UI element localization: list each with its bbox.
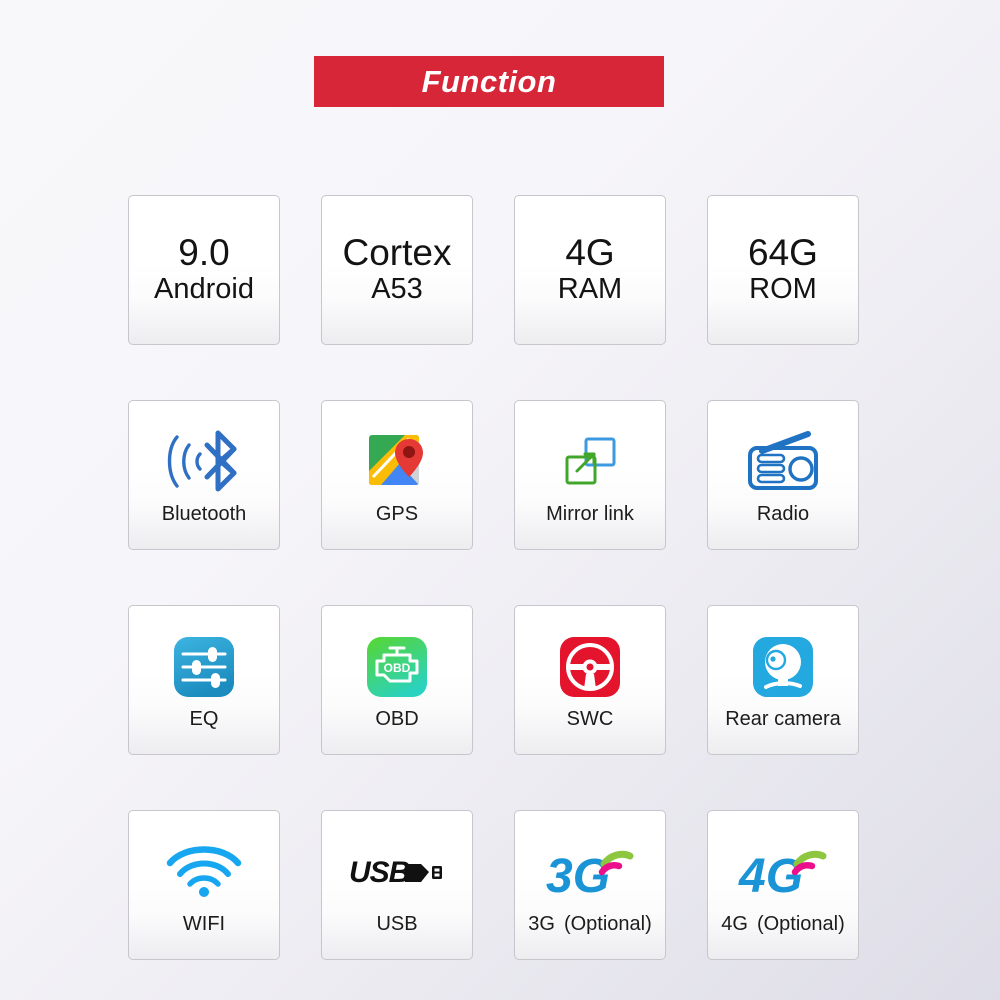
feature-cell-gps[interactable]: GPS bbox=[321, 400, 473, 550]
radio-label: Radio bbox=[756, 503, 810, 525]
usb-label: USB bbox=[376, 913, 418, 935]
rom-label: ROM bbox=[749, 272, 817, 305]
feature-cell-swc[interactable]: SWC bbox=[514, 605, 666, 755]
feature-cell-3g[interactable]: 3G 3G (Optional) bbox=[514, 810, 666, 960]
function-banner: Function bbox=[314, 56, 664, 107]
feature-cell-eq[interactable]: EQ bbox=[128, 605, 280, 755]
cpu-family: Cortex bbox=[342, 232, 452, 274]
cpu-model: A53 bbox=[371, 272, 423, 305]
wifi-icon bbox=[163, 835, 245, 909]
rear-camera-label: Rear camera bbox=[725, 708, 841, 730]
feature-cell-rear-camera[interactable]: Rear camera bbox=[707, 605, 859, 755]
feature-cell-usb[interactable]: USB USB bbox=[321, 810, 473, 960]
mirror-link-label: Mirror link bbox=[546, 503, 634, 525]
4g-signal-icon: 4G bbox=[735, 835, 831, 909]
obd-engine-icon: OBD bbox=[364, 630, 430, 704]
svg-text:3G: 3G bbox=[546, 850, 610, 902]
gps-label: GPS bbox=[375, 503, 419, 525]
feature-cell-4g[interactable]: 4G 4G (Optional) bbox=[707, 810, 859, 960]
gps-map-icon bbox=[365, 425, 429, 499]
radio-icon bbox=[744, 425, 822, 499]
feature-cell-cpu[interactable]: Cortex A53 bbox=[321, 195, 473, 345]
bluetooth-label: Bluetooth bbox=[161, 503, 247, 525]
swc-label: SWC bbox=[566, 708, 614, 730]
mirror-link-icon bbox=[559, 425, 621, 499]
3g-label: 3G bbox=[528, 913, 555, 935]
feature-cell-bluetooth[interactable]: Bluetooth bbox=[128, 400, 280, 550]
feature-cell-mirror-link[interactable]: Mirror link bbox=[514, 400, 666, 550]
feature-cell-rom[interactable]: 64G ROM bbox=[707, 195, 859, 345]
ram-label: RAM bbox=[557, 272, 623, 305]
svg-text:OBD: OBD bbox=[384, 661, 411, 675]
4g-label: 4G bbox=[721, 913, 748, 935]
page-title: Function bbox=[421, 63, 557, 99]
steering-wheel-icon bbox=[557, 630, 623, 704]
feature-cell-obd[interactable]: OBD OBD bbox=[321, 605, 473, 755]
feature-cell-android-version[interactable]: 9.0 Android bbox=[128, 195, 280, 345]
3g-signal-icon: 3G bbox=[542, 835, 638, 909]
banner-container: Function bbox=[0, 56, 1000, 107]
4g-optional-note: (Optional) bbox=[756, 913, 845, 935]
svg-text:4G: 4G bbox=[738, 850, 803, 902]
android-version-number: 9.0 bbox=[178, 232, 230, 274]
feature-grid: 9.0 Android Cortex A53 4G RAM 64G ROM Bl… bbox=[128, 195, 860, 960]
svg-text:USB: USB bbox=[349, 856, 410, 889]
ram-size: 4G bbox=[565, 232, 615, 274]
rom-size: 64G bbox=[748, 232, 818, 274]
wifi-label: WIFI bbox=[182, 913, 226, 935]
android-version-label: Android bbox=[154, 272, 254, 305]
obd-label: OBD bbox=[375, 708, 419, 730]
bluetooth-icon bbox=[161, 425, 247, 499]
rear-camera-icon bbox=[750, 630, 816, 704]
feature-cell-radio[interactable]: Radio bbox=[707, 400, 859, 550]
3g-optional-note: (Optional) bbox=[563, 913, 652, 935]
equalizer-icon bbox=[171, 630, 237, 704]
eq-label: EQ bbox=[189, 708, 219, 730]
usb-icon: USB bbox=[349, 835, 445, 909]
feature-cell-ram[interactable]: 4G RAM bbox=[514, 195, 666, 345]
feature-cell-wifi[interactable]: WIFI bbox=[128, 810, 280, 960]
